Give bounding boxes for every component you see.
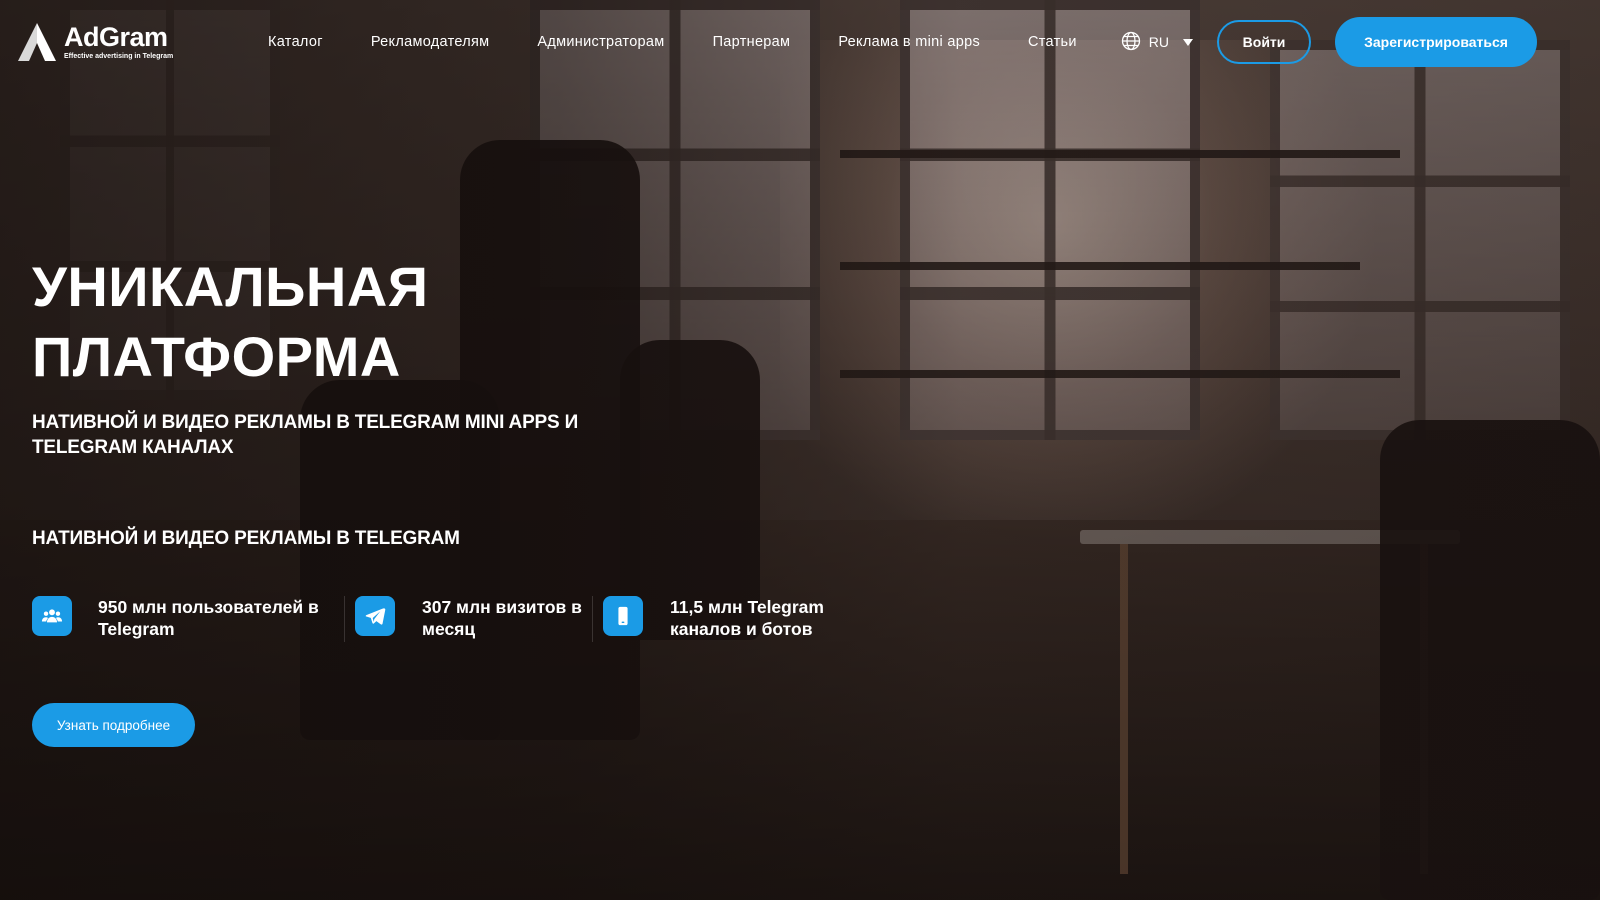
logo-mark-icon [16,21,58,63]
nav-item-admins[interactable]: Администраторам [537,34,664,50]
logo[interactable]: AdGram Effective advertising in Telegram [16,18,216,66]
stats-row: 950 млн пользователей в Telegram 307 млн… [32,596,840,642]
hero-subtitle-secondary: НАТИВНОЙ И ВИДЕО РЕКЛАМЫ В TELEGRAM [32,528,460,549]
main-nav: Каталог Рекламодателям Администраторам П… [268,34,1077,50]
hero-section: УНИКАЛЬНАЯ ПЛАТФОРМА НАТИВНОЙ И ВИДЕО РЕ… [32,252,852,550]
stat-divider [344,596,345,642]
language-value: RU [1148,34,1170,50]
nav-item-catalog[interactable]: Каталог [268,34,323,50]
nav-item-advertisers[interactable]: Рекламодателям [371,34,490,50]
phone-icon [603,596,643,636]
logo-tagline: Effective advertising in Telegram [64,53,174,60]
hero-title: УНИКАЛЬНАЯ ПЛАТФОРМА [32,252,852,392]
hero-title-line1: УНИКАЛЬНАЯ [32,255,429,318]
hero-title-line2: ПЛАТФОРМА [32,325,401,388]
nav-item-articles[interactable]: Статьи [1028,34,1077,50]
stat-channels: 11,5 млн Telegram каналов и ботов [603,596,840,640]
site-header: AdGram Effective advertising in Telegram… [0,0,1600,84]
nav-item-mini-apps[interactable]: Реклама в mini apps [838,34,980,50]
nav-item-partners[interactable]: Партнерам [713,34,791,50]
learn-more-button[interactable]: Узнать подробнее [32,703,195,747]
language-selector[interactable]: RU [1121,31,1194,54]
chevron-down-icon [1183,38,1194,46]
stat-visits: 307 млн визитов в месяц [355,596,582,640]
globe-icon [1121,31,1141,54]
stat-users: 950 млн пользователей в Telegram [32,596,334,640]
stat-divider [592,596,593,642]
telegram-icon [355,596,395,636]
logo-title: AdGram [64,22,168,52]
users-icon [32,596,72,636]
hero-subtitle: НАТИВНОЙ И ВИДЕО РЕКЛАМЫ В TELEGRAM MINI… [32,412,579,458]
login-button[interactable]: Войти [1217,20,1312,64]
stat-channels-text: 11,5 млн Telegram каналов и ботов [670,597,824,639]
register-button[interactable]: Зарегистрироваться [1335,17,1538,67]
stat-visits-text: 307 млн визитов в месяц [422,597,582,639]
stat-users-text: 950 млн пользователей в Telegram [98,597,319,639]
